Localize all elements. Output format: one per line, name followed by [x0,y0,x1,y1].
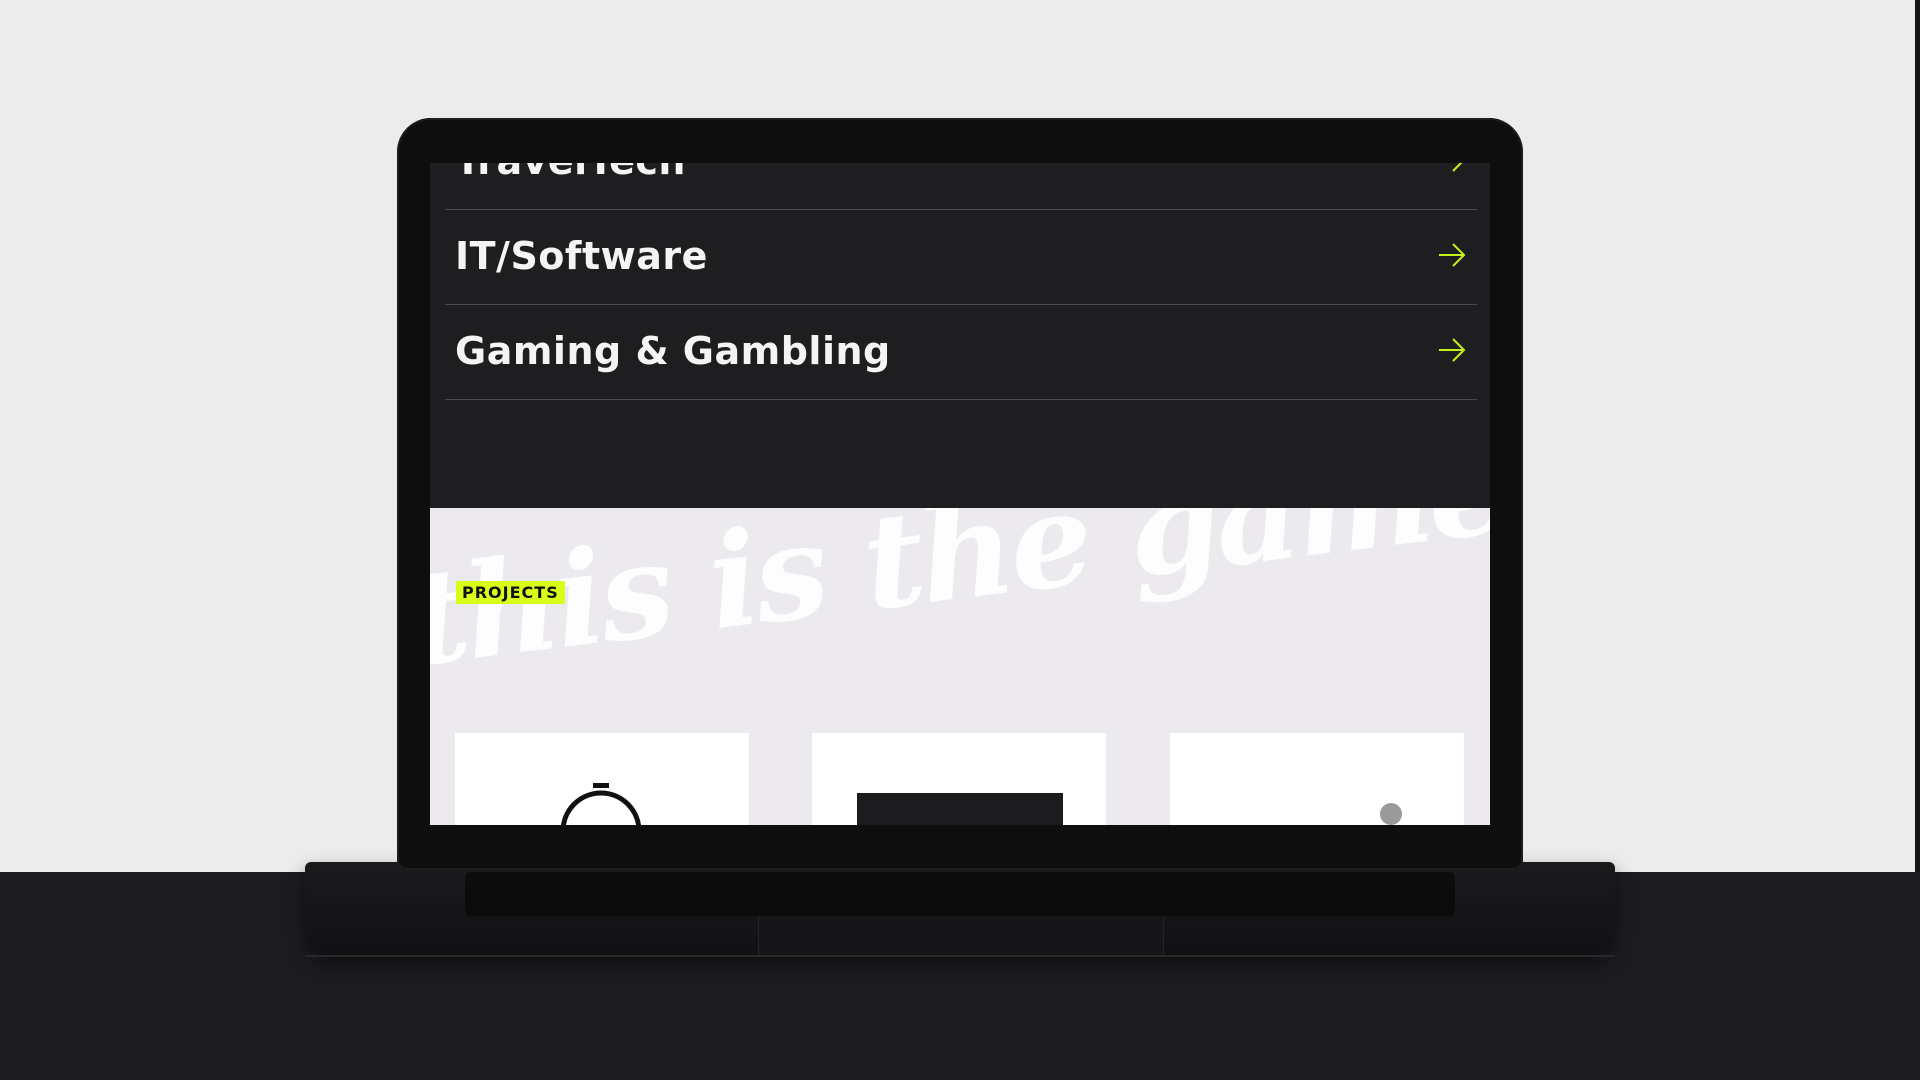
background-script-text: this is the game we play [430,508,1490,696]
arrow-right-icon [1452,163,1463,172]
industry-label: IT/Software [455,234,708,278]
projects-section: this is the game we play PROJECTS [430,508,1490,825]
project-card[interactable] [812,733,1106,825]
project-card[interactable] [455,733,749,825]
industry-item-traveltech[interactable]: TravelTech [445,163,1477,210]
laptop-base-edge [305,955,1615,957]
industry-item-it-software[interactable]: IT/Software [445,210,1477,305]
industry-label: Gaming & Gambling [455,329,891,373]
project-thumbnail [857,793,1063,825]
laptop-screen: TravelTech IT/Software Gaming & Gambling [430,163,1490,825]
scene: TravelTech IT/Software Gaming & Gambling [0,0,1920,1080]
industry-item-gaming-gambling[interactable]: Gaming & Gambling [445,305,1477,400]
project-thumbnail [1380,803,1402,825]
arrow-right-icon [1439,243,1466,267]
arrow-right-icon [1439,338,1466,362]
edge-strip [1915,0,1920,872]
stopwatch-icon [560,783,642,825]
industry-label: TravelTech [455,163,686,183]
industries-section: TravelTech IT/Software Gaming & Gambling [430,163,1490,508]
projects-tag: PROJECTS [456,581,565,604]
project-card[interactable] [1170,733,1464,825]
laptop-trackpad [758,916,1164,956]
laptop-keyboard [465,872,1455,916]
